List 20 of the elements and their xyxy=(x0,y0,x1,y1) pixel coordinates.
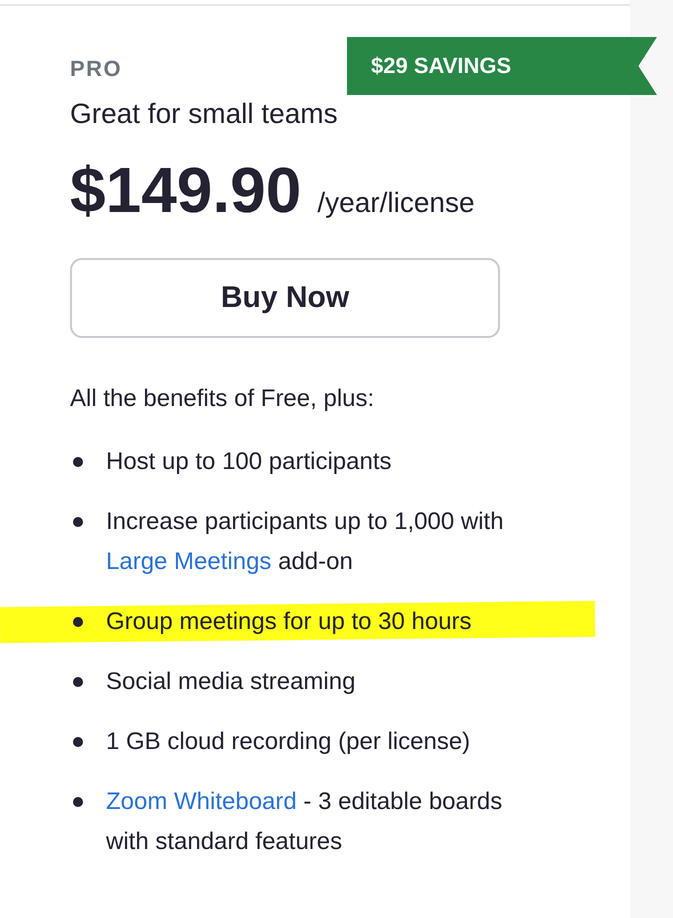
bullet-icon xyxy=(73,457,83,467)
buy-now-button[interactable]: Buy Now xyxy=(70,258,500,338)
bullet-icon xyxy=(73,797,83,807)
feature-text: Increase participants up to 1,000 with Large Meetings add-on xyxy=(106,507,505,577)
feature-text: Social media streaming xyxy=(106,667,356,697)
plan-tagline: Great for small teams xyxy=(70,97,339,131)
bullet-icon xyxy=(73,517,83,527)
savings-ribbon: $29 SAVINGS xyxy=(347,37,657,95)
feature-text: Zoom Whiteboard - 3 editable boards with standard features xyxy=(106,787,504,857)
benefits-intro: All the benefits of Free, plus: xyxy=(70,384,376,414)
feature-text: 1 GB cloud recording (per license) xyxy=(106,727,472,757)
feature-link[interactable]: Zoom Whiteboard xyxy=(106,788,297,815)
price-period: /year/license xyxy=(317,187,475,219)
bullet-icon xyxy=(73,677,83,687)
plan-name: PRO xyxy=(70,55,122,83)
feature-link[interactable]: Large Meetings xyxy=(106,548,272,575)
feature-text: Group meetings for up to 30 hours xyxy=(106,607,473,637)
price: $149.90 xyxy=(70,153,302,228)
bullet-icon xyxy=(73,737,83,747)
feature-text: Host up to 100 participants xyxy=(106,447,393,477)
